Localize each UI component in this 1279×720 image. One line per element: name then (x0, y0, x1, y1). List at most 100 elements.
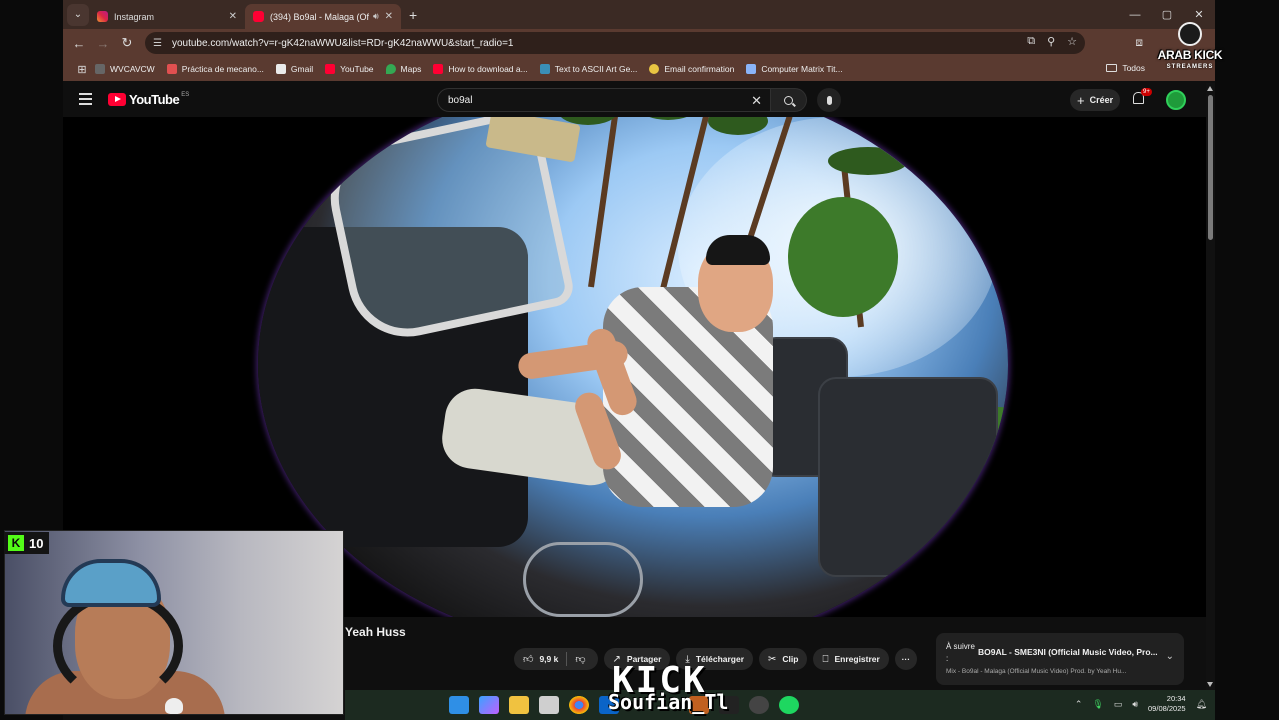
account-avatar[interactable] (1166, 90, 1186, 110)
viewer-count: 10 (29, 535, 44, 551)
gmail-icon (275, 64, 286, 74)
bookmark-ascii[interactable]: Text to ASCII Art Ge... (539, 64, 637, 74)
bookmark-favicon (539, 64, 550, 74)
extensions-icon[interactable]: ⧈ (1135, 35, 1143, 50)
bookmark-mecano[interactable]: Práctica de mecano... (166, 64, 264, 74)
channel-name[interactable]: Yeah Huss (345, 625, 406, 639)
palm-fronds (638, 117, 698, 120)
like-button[interactable]: 👍︎ 9,9 k 👎︎ (514, 648, 598, 670)
youtube-play-icon (108, 93, 126, 106)
scroll-down-arrow[interactable] (1207, 682, 1213, 687)
search-input[interactable]: bo9al ✕ (437, 88, 771, 112)
volume-icon[interactable]: 🔊︎ (1132, 699, 1138, 710)
chevron-up-icon[interactable]: ⌃ (1075, 699, 1083, 710)
clip-button[interactable]: ✂ Clip (759, 648, 808, 670)
plus-icon: + (1077, 92, 1085, 108)
cup-holder (523, 542, 643, 617)
address-bar[interactable]: ☰ youtube.com/watch?v=r-gK42naWWU&list=R… (145, 32, 1085, 54)
chrome-icon[interactable] (569, 696, 589, 714)
save-button[interactable]: ⎕ Enregistrer (813, 648, 889, 670)
bookmark-wvcavcw[interactable]: WVCAVCW (95, 64, 155, 74)
youtube-icon (325, 64, 336, 74)
tab-title: (394) Bo9al - Malaga (Offici (270, 11, 369, 22)
chevron-down-icon[interactable]: ⌄ (1166, 651, 1174, 662)
cast-icon[interactable]: ⧉ (1027, 35, 1035, 48)
system-tray: ⌃ 🎙︎ ▭ 🔊︎ 20:34 09/08/2025 🔔︎ (1075, 694, 1207, 714)
more-icon: ··· (901, 654, 911, 664)
youtube-icon (433, 64, 444, 74)
bookmark-download[interactable]: How to download a... (433, 64, 528, 74)
bookmark-maps[interactable]: Maps (385, 64, 421, 74)
more-actions-button[interactable]: ··· (894, 648, 917, 670)
copilot-icon[interactable] (479, 696, 499, 714)
bookmark-email[interactable]: Email confirmation (649, 64, 734, 74)
all-bookmarks[interactable]: Todos (1106, 63, 1145, 73)
url-text: youtube.com/watch?v=r-gK42naWWU&list=RDr… (171, 37, 514, 49)
chevron-down-icon: ⌄ (73, 9, 83, 20)
youtube-logo[interactable]: YouTube ES (108, 92, 189, 107)
screen: ⌄ Instagram ✕ (394) Bo9al - Malaga (Offi… (0, 0, 1279, 720)
crescent-icon (1178, 22, 1202, 46)
voice-search-button[interactable] (817, 88, 841, 112)
page-scrollbar[interactable] (1206, 83, 1215, 690)
close-window-button[interactable]: ✕ (1183, 8, 1215, 21)
scrollbar-thumb[interactable] (1208, 95, 1213, 240)
arab-kick-watermark: ARAB KICK STREAMERS (1150, 22, 1230, 82)
up-next-card[interactable]: À suivre : BO9AL - SME3NI (Official Musi… (936, 633, 1184, 685)
new-tab-button[interactable]: + (409, 7, 417, 23)
address-bar-actions: ⧉ ⚲ ☆ (1027, 35, 1077, 48)
video-frame (258, 117, 1008, 617)
menu-icon[interactable] (79, 93, 92, 105)
reload-button[interactable]: ↻ (115, 35, 139, 51)
create-button[interactable]: + Créer (1070, 89, 1120, 111)
bookmark-gmail[interactable]: Gmail (275, 64, 313, 74)
store-icon[interactable] (539, 696, 559, 714)
search-button[interactable] (771, 88, 807, 112)
browser-toolbar: ← → ↻ ☰ youtube.com/watch?v=r-gK42naWWU&… (63, 29, 1215, 57)
bookmark-favicon (166, 64, 177, 74)
up-next-label: À suivre : (946, 642, 975, 663)
search-icon (784, 95, 793, 105)
tab-search-button[interactable]: ⌄ (67, 3, 89, 26)
folder-icon (1106, 64, 1118, 72)
app-icon[interactable] (749, 696, 769, 714)
maximize-button[interactable]: ▢ (1151, 8, 1183, 21)
like-count: 9,9 k (539, 654, 559, 664)
close-icon[interactable]: ✕ (385, 11, 393, 22)
bookmark-matrix[interactable]: Computer Matrix Tit... (746, 64, 843, 74)
back-button[interactable]: ← (67, 36, 91, 51)
network-icon[interactable]: ▭ (1114, 699, 1123, 710)
microphone-icon[interactable]: 🎙︎ (1092, 699, 1103, 710)
site-settings-icon[interactable]: ☰ (153, 38, 162, 49)
streamer-webcam (4, 530, 344, 715)
tab-youtube[interactable]: (394) Bo9al - Malaga (Offici 🔊︎ ✕ (245, 4, 401, 29)
tab-instagram[interactable]: Instagram ✕ (89, 4, 245, 29)
person-hair (706, 235, 770, 265)
close-icon[interactable]: ✕ (229, 11, 237, 22)
file-explorer-icon[interactable] (509, 696, 529, 714)
bookmark-youtube[interactable]: YouTube (325, 64, 374, 74)
viewer-count-badge: K 10 (4, 532, 50, 554)
minimize-button[interactable]: — (1119, 9, 1151, 21)
speaker-icon[interactable]: 🔊︎ (373, 11, 379, 22)
scroll-up-arrow[interactable] (1207, 86, 1213, 91)
windows-start-icon[interactable] (449, 696, 469, 714)
tree (788, 197, 898, 317)
windows-taskbar: ⌃ 🎙︎ ▭ 🔊︎ 20:34 09/08/2025 🔔︎ (345, 690, 1215, 720)
thumbs-down-icon[interactable]: 👎︎ (575, 653, 585, 665)
clock[interactable]: 20:34 09/08/2025 (1148, 694, 1186, 714)
spotify-icon[interactable] (779, 696, 799, 714)
maps-icon (385, 64, 396, 74)
skull-icon (165, 698, 183, 714)
bookmarks-bar: ⊞ WVCAVCW Práctica de mecano... Gmail Yo… (63, 57, 1215, 81)
star-icon[interactable]: ☆ (1067, 35, 1077, 48)
youtube-header: YouTube ES bo9al ✕ + Créer 9+ (63, 83, 1206, 117)
forward-button[interactable]: → (91, 36, 115, 51)
apps-grid-icon[interactable]: ⊞ (69, 63, 95, 76)
tab-title: Instagram (114, 11, 155, 22)
search-value: bo9al (448, 94, 473, 106)
palm-fronds (828, 147, 908, 175)
notifications-icon[interactable]: 🔔︎ (1196, 699, 1207, 710)
zoom-icon[interactable]: ⚲ (1047, 35, 1055, 48)
clear-search-icon[interactable]: ✕ (751, 93, 762, 109)
